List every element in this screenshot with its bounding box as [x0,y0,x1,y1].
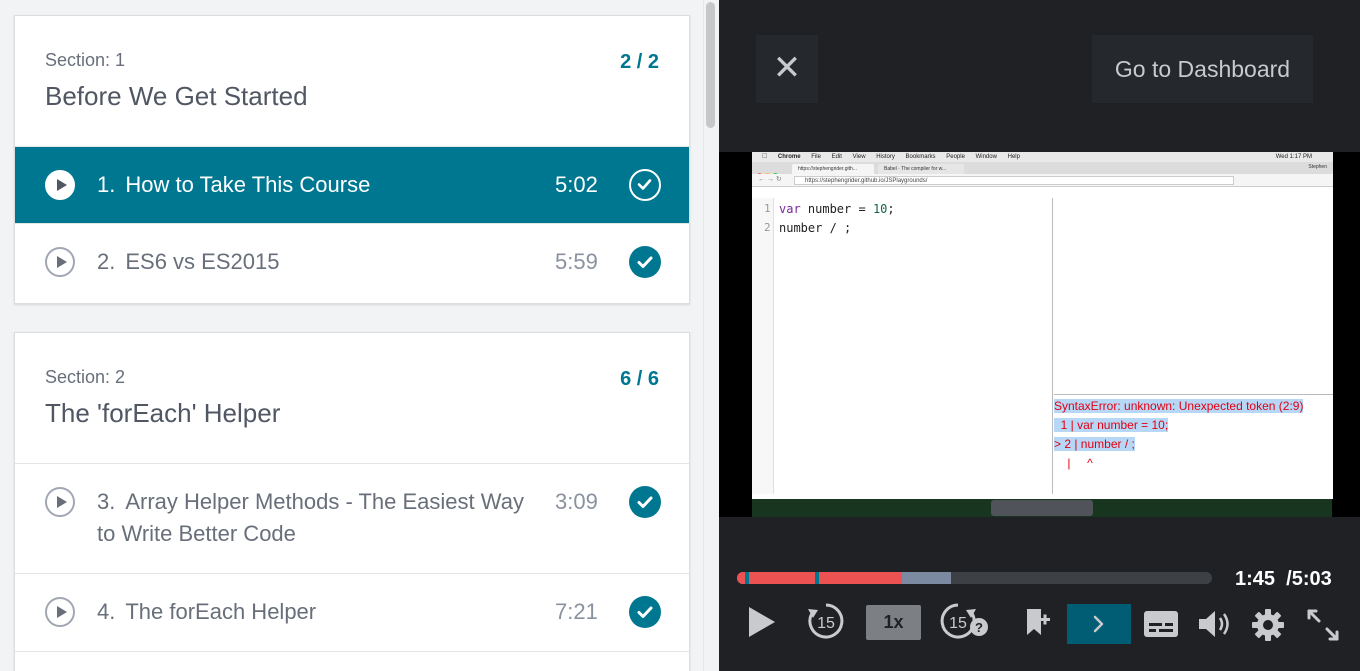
next-lecture-button[interactable] [1067,604,1131,644]
bookmark-marker[interactable] [745,572,749,584]
fullscreen-icon[interactable] [1305,607,1341,643]
lecture-title: How to Take This Course [125,172,371,197]
rewind-15-icon[interactable]: 15 [805,600,847,642]
section-header[interactable]: Section: 2 The 'forEach' Helper 6 / 6 [15,333,689,464]
lecture-title-line-1: Array Helper Methods - The Easiest Way [125,489,524,514]
lecture-number: 3. [97,489,116,514]
checkmark-icon[interactable] [629,486,661,518]
forward-15-icon[interactable]: 15 ? [937,600,991,642]
browser-user: Stephen [1308,164,1327,170]
checkmark-icon[interactable] [629,596,661,628]
menu-item: View [845,154,866,160]
video-player: ✕ Go to Dashboard  Chrome File Edit Vie… [719,0,1360,671]
captions-icon[interactable] [1143,610,1179,638]
line-number: 1 [764,202,771,215]
curriculum-panel: Section: 1 Before We Get Started 2 / 2 1… [0,0,719,671]
lecture-duration: 5:02 [555,172,598,197]
bookmark-marker[interactable] [815,572,819,584]
menu-item: Edit [824,154,842,160]
code-line: number / ; [779,221,852,235]
section-header[interactable]: Section: 1 Before We Get Started 2 / 2 [15,16,689,147]
menu-clock: Wed 1:17 PM [1275,154,1312,160]
browser-tab: https://stephengrider.gith... [792,164,874,174]
section-progress: 6 / 6 [620,368,659,390]
lecture-item[interactable]: 1. How to Take This Course 5:02 [15,147,689,224]
lecture-item[interactable]: 4. The forEach Helper 7:21 [15,574,689,652]
address-bar: https://stephengrider.github.io/JSPlaygr… [794,176,1234,185]
section-label: Section: 2 [45,367,126,387]
time-display: 1:45 /5:03 [1235,568,1332,591]
section-1: Section: 1 Before We Get Started 2 / 2 1… [14,15,690,304]
play-icon[interactable] [45,487,75,517]
svg-text:15: 15 [949,615,967,632]
svg-text:?: ? [975,620,983,635]
dock [991,500,1093,516]
lecture-title: The forEach Helper [125,599,317,624]
output-pane: SyntaxError: unknown: Unexpected token (… [1054,394,1333,494]
lecture-duration: 5:59 [555,249,598,274]
go-to-dashboard-button[interactable]: Go to Dashboard [1092,35,1313,103]
mac-menu-bar:  Chrome File Edit View History Bookmark… [752,152,1333,162]
play-icon[interactable] [745,604,779,640]
lecture-duration: 7:21 [555,599,598,624]
browser-window:  Chrome File Edit View History Bookmark… [752,152,1333,499]
section-progress: 2 / 2 [620,51,659,73]
line-number: 2 [764,221,771,234]
lecture-title-line-2: to Write Better Code [97,521,296,546]
play-icon[interactable] [45,247,75,277]
add-bookmark-icon[interactable] [1022,607,1052,639]
menu-item: History [869,154,895,160]
lecture-item[interactable]: 3. Array Helper Methods - The Easiest Way… [15,464,689,574]
played-range [737,572,902,584]
lecture-number: 2. [97,249,116,274]
play-icon[interactable] [45,170,75,200]
close-icon: ✕ [772,49,802,87]
play-icon[interactable] [45,597,75,627]
lecture-number: 4. [97,599,116,624]
code-line: var number = 10; [779,202,895,216]
lecture-item[interactable]: 2. ES6 vs ES2015 5:59 [15,224,689,302]
progress-bar[interactable] [737,572,1212,584]
menu-item: Window [968,154,997,160]
svg-text:15: 15 [817,615,835,632]
code-editor-pane: 1 2 var number = 10; number / ; [752,198,1053,494]
next-icon [1093,615,1104,633]
error-line: > 2 | number / ; [1054,437,1135,451]
playback-rate-button[interactable]: 1x [866,605,921,640]
total-time: /5:03 [1286,568,1332,590]
error-line: 1 | var number = 10; [1054,418,1169,432]
section-title: The 'forEach' Helper [45,398,281,428]
lecture-number: 1. [97,172,116,197]
menu-item: Bookmarks [898,154,936,160]
section-label: Section: 1 [45,50,126,70]
close-button[interactable]: ✕ [756,35,818,103]
current-time: 1:45 [1235,568,1276,590]
browser-tab: Babel · The compiler for w... [878,164,964,174]
error-line: SyntaxError: unknown: Unexpected token (… [1054,399,1304,413]
checkmark-icon[interactable] [629,246,661,278]
address-row: ← → ↻ https://stephengrider.github.io/JS… [752,174,1333,187]
menu-item: People [939,154,965,160]
menu-item: Chrome [771,154,801,160]
section-title: Before We Get Started [45,81,308,111]
menu-item: Help [1000,154,1020,160]
line-gutter [752,198,774,494]
checkmark-icon[interactable] [629,169,661,201]
browser-tab-bar: https://stephengrider.gith... Babel · Th… [752,162,1333,178]
settings-icon[interactable] [1251,608,1285,642]
section-2: Section: 2 The 'forEach' Helper 6 / 6 3.… [14,332,690,671]
volume-icon[interactable] [1197,608,1233,640]
error-line: | ^ [1054,456,1093,470]
video-frame[interactable]:  Chrome File Edit View History Bookmark… [719,152,1360,517]
lecture-title: ES6 vs ES2015 [125,249,280,274]
scrollbar-thumb[interactable] [706,2,715,128]
lecture-duration: 3:09 [555,489,598,514]
menu-item: File [804,154,821,160]
